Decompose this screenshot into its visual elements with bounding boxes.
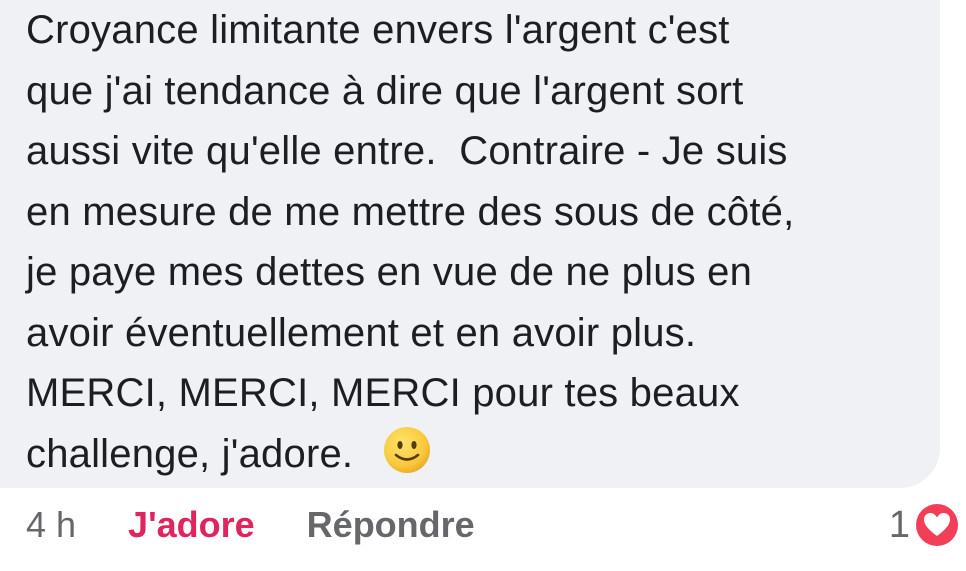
reaction-count: 1 <box>888 503 910 546</box>
comment-line: Croyance limitante envers l'argent c'est <box>26 8 730 52</box>
heart-icon <box>913 501 961 549</box>
comment-line-last: challenge, j'adore. <box>26 424 926 485</box>
comment-line: je paye mes dettes en vue de ne plus en <box>26 250 753 294</box>
reply-button[interactable]: Répondre <box>307 504 475 546</box>
comment-text: Croyance limitante envers l'argent c'est… <box>26 0 926 484</box>
reaction-summary[interactable]: 1 <box>889 500 962 550</box>
comment-line: challenge, j'adore. <box>26 431 354 476</box>
comment-line: que j'ai tendance à dire que l'argent so… <box>26 68 744 113</box>
comment-line: en mesure de me mettre des sous de côté, <box>26 189 795 234</box>
love-reaction-button[interactable]: J'adore <box>128 504 255 546</box>
comment-line: avoir éventuellement et en avoir plus. <box>26 310 697 355</box>
slightly-smiling-face-icon <box>383 426 430 473</box>
comment-line: MERCI, MERCI, MERCI pour tes beaux <box>26 371 740 415</box>
timestamp: 4 h <box>26 504 77 545</box>
comment-view: Croyance limitante envers l'argent c'est… <box>0 0 966 571</box>
comment-line: aussi vite qu'elle entre. Contraire - Je… <box>26 129 788 173</box>
comment-actions: 4 h J'adore Répondre <box>26 500 475 550</box>
